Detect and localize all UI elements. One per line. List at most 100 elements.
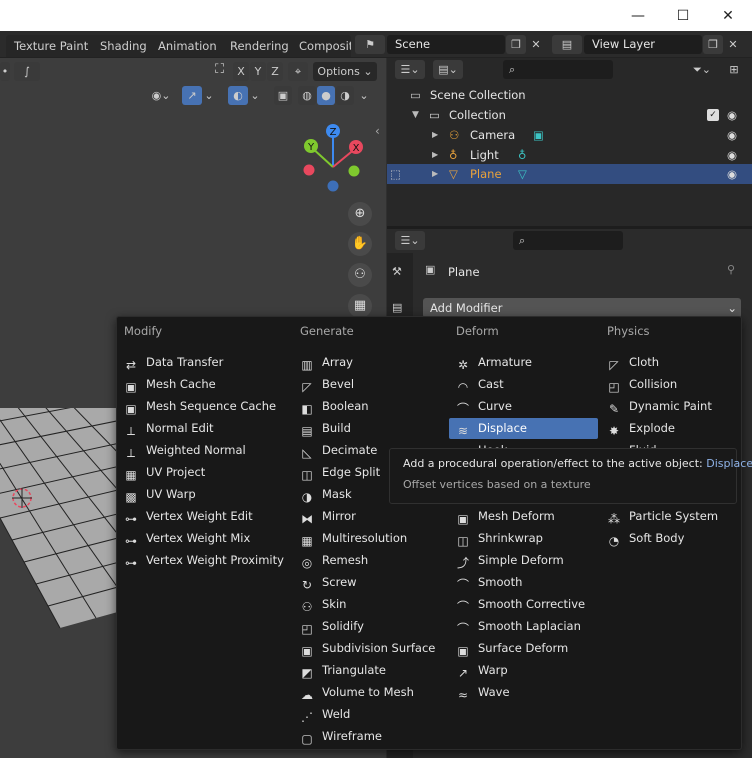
navigation-gizmo[interactable]: Z Y X [295,120,375,200]
pan-button[interactable]: ✋ [348,232,372,256]
outliner-row-scene-collection[interactable]: ▭ Scene Collection [387,85,752,105]
mode-dot-button[interactable]: • [0,62,10,81]
menu-item-shrinkwrap[interactable]: ◫ Shrinkwrap [456,528,543,549]
menu-item-mesh-sequence-cache[interactable]: ▣ Mesh Sequence Cache [124,396,276,417]
new-view-layer-button[interactable]: ❐ [703,35,723,54]
menu-item-triangulate[interactable]: ◩ Triangulate [300,660,386,681]
new-collection-button[interactable]: ⊞ [725,60,743,79]
menu-item-normal-edit[interactable]: ⟂ Normal Edit [124,418,214,439]
menu-item-volume-to-mesh[interactable]: ☁ Volume to Mesh [300,682,414,703]
menu-item-uv-warp[interactable]: ▩ UV Warp [124,484,195,505]
light-data-icon[interactable]: ♁ [518,145,526,165]
properties-editor-type[interactable]: ☰⌄ [395,231,425,250]
menu-item-boolean[interactable]: ◧ Boolean [300,396,368,417]
snap-button[interactable]: ⌖ [288,62,308,81]
delete-view-layer-button[interactable]: ✕ [725,35,741,54]
menu-item-bevel[interactable]: ◸ Bevel [300,374,354,395]
expand-arrow-icon[interactable]: ▼ [412,105,419,125]
tab-shading[interactable]: Shading [92,35,155,57]
eye-icon[interactable]: ◉ [727,145,737,165]
eye-icon[interactable]: ◉ [727,105,737,125]
pin-icon[interactable]: ⚲ [727,263,735,276]
tab-texture-paint[interactable]: Texture Paint [6,35,97,57]
expand-arrow-icon[interactable]: ▶ [432,164,438,184]
new-scene-button[interactable]: ❐ [506,35,526,54]
solid-shading-button[interactable]: ● [317,86,335,105]
menu-item-curve[interactable]: ⌒ Curve [456,396,512,417]
scene-name-field[interactable]: Scene [387,35,505,54]
overlays-dropdown[interactable]: ⌄ [249,86,261,105]
properties-search-input[interactable]: ⌕ [513,231,623,250]
eye-icon[interactable]: ◉ [727,164,737,184]
menu-item-mirror[interactable]: ⧓ Mirror [300,506,356,527]
eye-icon[interactable]: ◉ [727,125,737,145]
view-layer-field[interactable]: View Layer [584,35,702,54]
menu-item-skin[interactable]: ⚇ Skin [300,594,347,615]
outliner-search-input[interactable]: ⌕ [503,60,613,79]
menu-item-weld[interactable]: ⋰ Weld [300,704,350,725]
menu-item-wireframe[interactable]: ▢ Wireframe [300,726,382,747]
sidebar-toggle-icon[interactable]: ‹ [375,124,380,138]
maximize-button[interactable]: ☐ [660,0,706,31]
expand-arrow-icon[interactable]: ▶ [432,145,438,165]
menu-item-mesh-deform[interactable]: ▣ Mesh Deform [456,506,554,527]
scene-selector-button[interactable]: ⚑ [355,35,385,54]
gizmo-dropdown[interactable]: ⌄ [203,86,215,105]
menu-item-subdivision-surface[interactable]: ▣ Subdivision Surface [300,638,435,659]
outliner-row-plane[interactable]: ⬚ ▶ ▽ Plane ▽ ◉ [387,164,752,184]
menu-item-wave[interactable]: ≈ Wave [456,682,510,703]
menu-item-soft-body[interactable]: ◔ Soft Body [607,528,685,549]
menu-item-surface-deform[interactable]: ▣ Surface Deform [456,638,568,659]
render-tab-icon[interactable]: ▤ [392,301,402,314]
outliner-row-collection[interactable]: ▼ ▭ Collection ✓ ◉ [387,105,752,125]
gizmo-toggle[interactable]: ↗ [182,86,202,105]
menu-item-vertex-weight-mix[interactable]: ⊶ Vertex Weight Mix [124,528,250,549]
mesh-data-icon[interactable]: ▽ [518,164,527,184]
tool-tab-icon[interactable]: ⚒ [392,265,402,278]
menu-item-mesh-cache[interactable]: ▣ Mesh Cache [124,374,215,395]
menu-item-smooth[interactable]: ⌒ Smooth [456,572,522,593]
menu-item-cast[interactable]: ◠ Cast [456,374,504,395]
menu-item-collision[interactable]: ◰ Collision [607,374,677,395]
menu-item-remesh[interactable]: ◎ Remesh [300,550,368,571]
menu-item-decimate[interactable]: ◺ Decimate [300,440,377,461]
menu-item-smooth-laplacian[interactable]: ⌒ Smooth Laplacian [456,616,581,637]
perspective-toggle-button[interactable]: ▦ [348,294,372,318]
menu-item-dynamic-paint[interactable]: ✎ Dynamic Paint [607,396,712,417]
options-dropdown[interactable]: Options ⌄ [313,62,377,81]
tab-compositing[interactable]: Composit [291,35,351,57]
menu-item-simple-deform[interactable]: ⤴ Simple Deform [456,550,564,571]
axis-x-button[interactable]: X [233,62,249,81]
axis-z-button[interactable]: Z [267,62,283,81]
menu-item-array[interactable]: ▥ Array [300,352,353,373]
menu-item-displace[interactable]: ≋ Displace [449,418,598,439]
view-layer-selector-button[interactable]: ▤ [552,35,582,54]
delete-scene-button[interactable]: ✕ [528,35,544,54]
menu-item-build[interactable]: ▤ Build [300,418,351,439]
add-modifier-dropdown[interactable]: Add Modifier ⌄ [423,298,741,318]
menu-item-explode[interactable]: ✸ Explode [607,418,675,439]
display-mode-dropdown[interactable]: ▤⌄ [433,60,463,79]
menu-item-vertex-weight-edit[interactable]: ⊶ Vertex Weight Edit [124,506,253,527]
xray-toggle[interactable]: ▣ [274,86,292,105]
falloff-button[interactable]: ∫ [14,62,40,81]
menu-item-uv-project[interactable]: ▦ UV Project [124,462,205,483]
menu-item-particle-system[interactable]: ⁂ Particle System [607,506,718,527]
overlays-toggle[interactable]: ◐ [228,86,248,105]
tab-rendering[interactable]: Rendering [222,35,297,57]
menu-item-weighted-normal[interactable]: ⟂ Weighted Normal [124,440,246,461]
outliner-editor-type[interactable]: ☰⌄ [395,60,425,79]
menu-item-armature[interactable]: ✲ Armature [456,352,532,373]
menu-item-multiresolution[interactable]: ▦ Multiresolution [300,528,407,549]
menu-item-warp[interactable]: ↗ Warp [456,660,508,681]
outliner-row-camera[interactable]: ▶ ⚇ Camera ▣ ◉ [387,125,752,145]
camera-data-icon[interactable]: ▣ [533,125,544,145]
menu-item-smooth-corrective[interactable]: ⌒ Smooth Corrective [456,594,585,615]
axis-y-button[interactable]: Y [250,62,266,81]
menu-item-screw[interactable]: ↻ Screw [300,572,357,593]
menu-item-mask[interactable]: ◑ Mask [300,484,352,505]
outliner-row-light[interactable]: ▶ ♁ Light ♁ ◉ [387,145,752,165]
zoom-button[interactable]: ⊕ [348,202,372,226]
tab-animation[interactable]: Animation [150,35,225,57]
shading-dropdown[interactable]: ⌄ [357,86,371,105]
